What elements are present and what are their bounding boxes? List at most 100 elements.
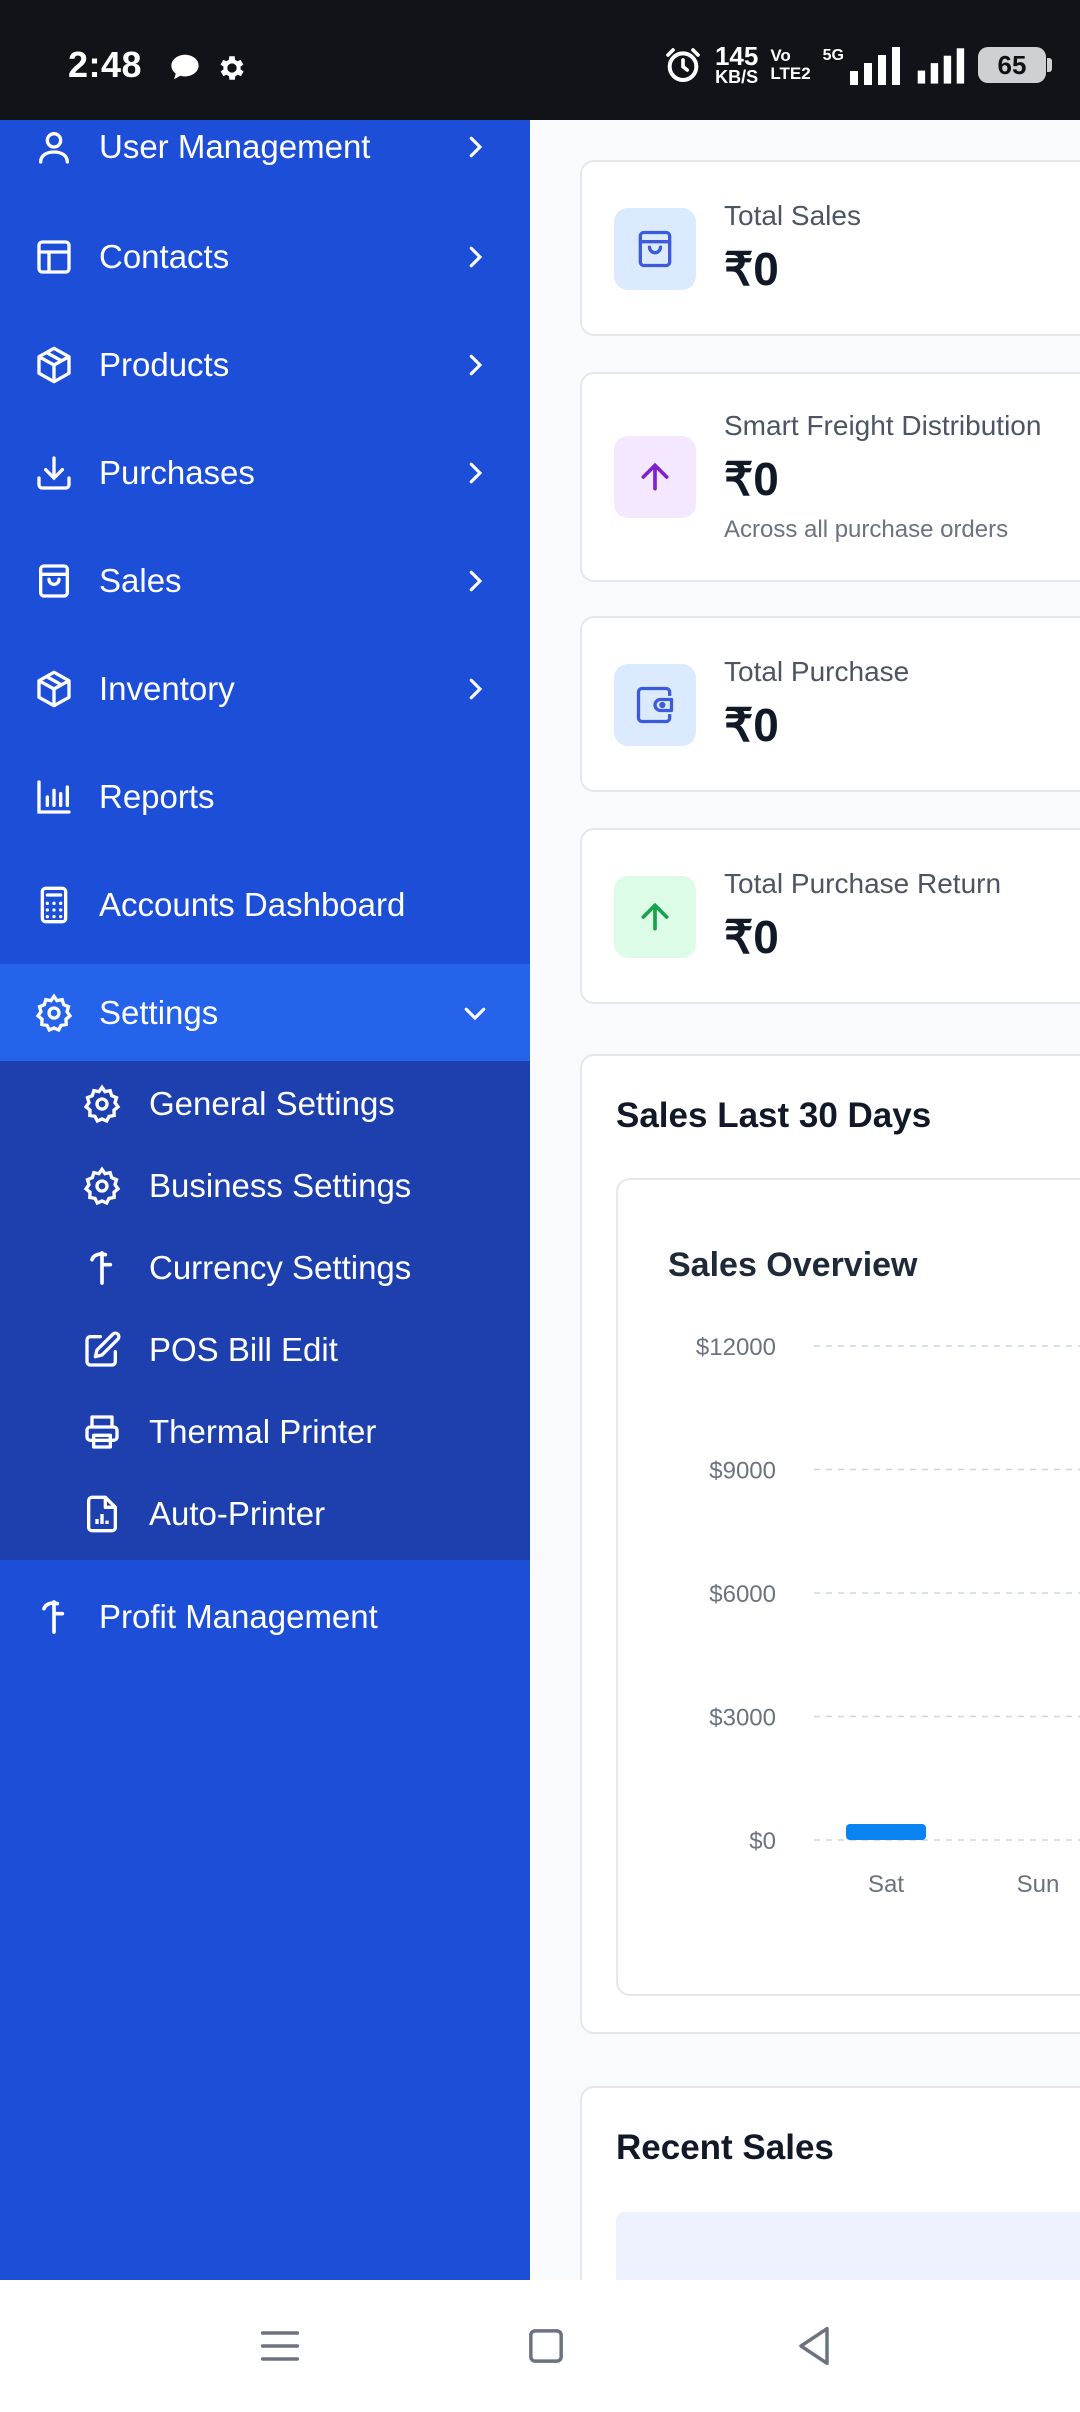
x-tick-label: Sat (868, 1871, 904, 1898)
submenu-item-business-settings[interactable]: Business Settings (0, 1145, 530, 1227)
y-tick-label: $0 (749, 1828, 776, 1855)
stat-title: Total Purchase (724, 656, 910, 687)
stat-card-smart-freight[interactable]: Smart Freight Distribution ₹0 Across all… (580, 372, 1080, 582)
section-title: Sales Last 30 Days (616, 1096, 932, 1135)
bar-sat[interactable] (846, 1824, 926, 1840)
x-tick-label: Sun (1017, 1871, 1060, 1898)
chevron-right-icon (469, 354, 483, 376)
stat-icon-box (614, 876, 696, 958)
home-square-icon[interactable] (520, 2320, 572, 2372)
y-tick-label: $3000 (709, 1705, 776, 1732)
box-icon (37, 670, 71, 708)
status-right-icons: 145 KB/S Vo LTE2 5G 65 (663, 41, 1052, 87)
section-title: Recent Sales (616, 2128, 834, 2167)
system-nav-bar (0, 2280, 1080, 2412)
arrow-up-icon (641, 462, 669, 491)
currency-icon (90, 1251, 113, 1285)
sales-overview-chart: $12000 $9000 $6000 $3000 $0 Sat Sun (696, 1334, 1080, 1898)
sidebar-item-label: Purchases (99, 454, 255, 491)
box-icon (37, 346, 71, 384)
submenu-item-label: Auto-Printer (149, 1495, 326, 1532)
stat-title: Total Purchase Return (724, 868, 1002, 899)
sidebar-item-label: Reports (99, 778, 215, 815)
chevron-right-icon (469, 678, 483, 700)
sales-overview-chart-card: Sales Overview $12000 $9000 $6000 $3000 $0 Sa… (616, 1178, 1080, 1996)
volte-indicator: Vo LTE2 (770, 46, 811, 83)
shopping-bag-icon (638, 230, 672, 268)
stat-value: ₹0 (724, 453, 779, 505)
stat-title: Smart Freight Distribution (724, 410, 1042, 441)
file-chart-icon (87, 1495, 118, 1533)
sidebar-item-profit-management[interactable]: Profit Management (0, 1568, 530, 1666)
alarm-icon (666, 48, 700, 82)
stat-icon-box (614, 436, 696, 518)
sidebar-item-inventory[interactable]: Inventory (0, 640, 530, 738)
back-icon[interactable] (788, 2320, 840, 2372)
calculator-icon (40, 886, 68, 924)
shopping-bag-icon (39, 564, 70, 598)
sidebar: User Management Contacts Products Purcha… (0, 120, 530, 2280)
submenu-item-general-settings[interactable]: General Settings (0, 1063, 530, 1145)
recent-sales-card: Recent Sales (580, 2086, 1080, 2280)
sidebar-item-purchases[interactable]: Purchases (0, 424, 530, 522)
gear-icon (220, 56, 244, 80)
stat-card-total-purchase[interactable]: Total Purchase ₹0 (580, 616, 1080, 792)
submenu-item-label: Business Settings (149, 1167, 412, 1204)
status-left-icons (168, 52, 248, 84)
recent-sales-table-header (616, 2212, 1080, 2280)
chat-bubble-icon (171, 54, 199, 80)
status-time: 2:48 (68, 44, 143, 85)
chevron-right-icon (469, 246, 483, 268)
y-tick-label: $9000 (709, 1458, 776, 1485)
submenu-item-label: General Settings (149, 1085, 395, 1122)
stat-card-total-sales[interactable]: Total Sales ₹0 (580, 160, 1080, 336)
submenu-item-label: Thermal Printer (149, 1413, 377, 1450)
sidebar-item-label: Settings (99, 994, 219, 1031)
status-bar: 2:48 145 KB/S Vo LTE2 5G 65 (0, 0, 1080, 120)
stat-icon-box (614, 664, 696, 746)
chevron-right-icon (469, 570, 483, 592)
network-speed: 145 KB/S (714, 41, 759, 87)
printer-icon (85, 1415, 119, 1449)
y-tick-label: $6000 (709, 1581, 776, 1608)
user-icon (39, 132, 70, 164)
signal-icon (850, 47, 900, 85)
chevron-right-icon (469, 462, 483, 484)
sidebar-item-label: Accounts Dashboard (99, 886, 406, 923)
sidebar-item-label: Products (99, 346, 230, 383)
gear-icon (83, 1166, 121, 1206)
chevron-down-icon (464, 1007, 486, 1021)
main-content: Total Sales ₹0 Smart Freight Distributio… (530, 120, 1080, 2280)
stat-card-total-purchase-return[interactable]: Total Purchase Return ₹0 (580, 828, 1080, 1004)
currency-icon (42, 1600, 65, 1634)
sidebar-item-accounts-dashboard[interactable]: Accounts Dashboard (0, 856, 530, 954)
submenu-item-auto-printer[interactable]: Auto-Printer (0, 1473, 530, 1555)
submenu-item-thermal-printer[interactable]: Thermal Printer (0, 1391, 530, 1473)
edit-icon (85, 1331, 121, 1367)
sidebar-item-products[interactable]: Products (0, 316, 530, 414)
bar-chart-icon (37, 780, 71, 814)
sidebar-item-label: User Management (99, 128, 371, 165)
signal-icon (917, 48, 965, 84)
stat-subtitle: Across all purchase orders (724, 516, 1009, 543)
sidebar-item-user-management[interactable]: User Management (0, 120, 530, 196)
layout-icon (37, 240, 71, 274)
submenu-item-currency-settings[interactable]: Currency Settings (0, 1227, 530, 1309)
submenu-item-label: POS Bill Edit (149, 1331, 338, 1368)
y-tick-label: $12000 (696, 1334, 776, 1361)
sidebar-item-settings[interactable]: Settings (0, 964, 530, 1062)
sidebar-item-label: Profit Management (99, 1598, 378, 1635)
gear-icon (35, 993, 73, 1033)
sidebar-item-sales[interactable]: Sales (0, 532, 530, 630)
sidebar-item-contacts[interactable]: Contacts (0, 208, 530, 306)
sidebar-item-label: Sales (99, 562, 182, 599)
menu-icon[interactable] (254, 2320, 306, 2372)
sidebar-item-reports[interactable]: Reports (0, 748, 530, 846)
stat-title: Total Sales (724, 200, 861, 231)
battery-indicator: 65 (978, 47, 1052, 83)
stat-value: ₹0 (724, 911, 779, 963)
submenu-item-pos-bill-edit[interactable]: POS Bill Edit (0, 1309, 530, 1391)
bar-sun[interactable] (998, 1824, 1078, 1840)
network-5g-label: 5G (822, 47, 844, 64)
sidebar-item-label: Contacts (99, 238, 230, 275)
